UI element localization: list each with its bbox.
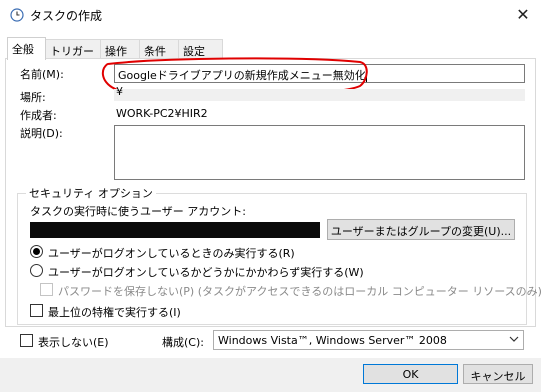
- radio-logged-on-only[interactable]: [30, 245, 43, 258]
- ok-button[interactable]: OK: [363, 364, 458, 384]
- radio-logged-on-only-label[interactable]: ユーザーがログオンしているときのみ実行する(R): [48, 245, 295, 261]
- window-title: タスクの作成: [30, 9, 103, 23]
- location-bar: [114, 89, 525, 101]
- author-label: 作成者:: [20, 109, 57, 122]
- account-prompt: タスクの実行時に使うユーザー アカウント:: [30, 205, 246, 218]
- radio-whether-logged-on[interactable]: [30, 264, 43, 277]
- tab-triggers[interactable]: トリガー: [45, 39, 101, 59]
- cancel-button[interactable]: キャンセル: [463, 364, 533, 384]
- configure-select[interactable]: Windows Vista™, Windows Server™ 2008: [213, 330, 524, 350]
- location-label: 場所:: [20, 91, 46, 104]
- security-options-label: セキュリティ オプション: [26, 185, 156, 201]
- configure-select-value: Windows Vista™, Windows Server™ 2008: [218, 334, 447, 347]
- hidden-checkbox[interactable]: [20, 334, 33, 347]
- highest-privileges-label[interactable]: 最上位の特権で実行する(I): [48, 304, 181, 320]
- close-icon[interactable]: ✕: [512, 5, 534, 25]
- dialog-footer: [0, 358, 541, 392]
- description-label: 説明(D):: [20, 127, 63, 140]
- clock-icon: [10, 8, 24, 22]
- chevron-down-icon: [509, 334, 519, 347]
- name-label: 名前(M):: [20, 68, 64, 81]
- tab-general[interactable]: 全般: [7, 37, 46, 60]
- radio-whether-logged-on-label[interactable]: ユーザーがログオンしているかどうかにかかわらず実行する(W): [48, 264, 364, 280]
- location-value: ¥: [116, 85, 123, 98]
- user-account-field: [30, 222, 320, 238]
- author-value: WORK-PC2¥HIR2: [116, 107, 208, 120]
- configure-label: 構成(C):: [162, 336, 204, 349]
- change-user-group-button[interactable]: ユーザーまたはグループの変更(U)...: [327, 219, 515, 240]
- no-store-password-label: パスワードを保存しない(P) (タスクがアクセスできるのはローカル コンピュータ…: [58, 285, 541, 298]
- hidden-label[interactable]: 表示しない(E): [38, 334, 109, 350]
- description-input[interactable]: [114, 125, 525, 180]
- highest-privileges-checkbox[interactable]: [30, 304, 43, 317]
- no-store-password-checkbox[interactable]: [40, 283, 53, 296]
